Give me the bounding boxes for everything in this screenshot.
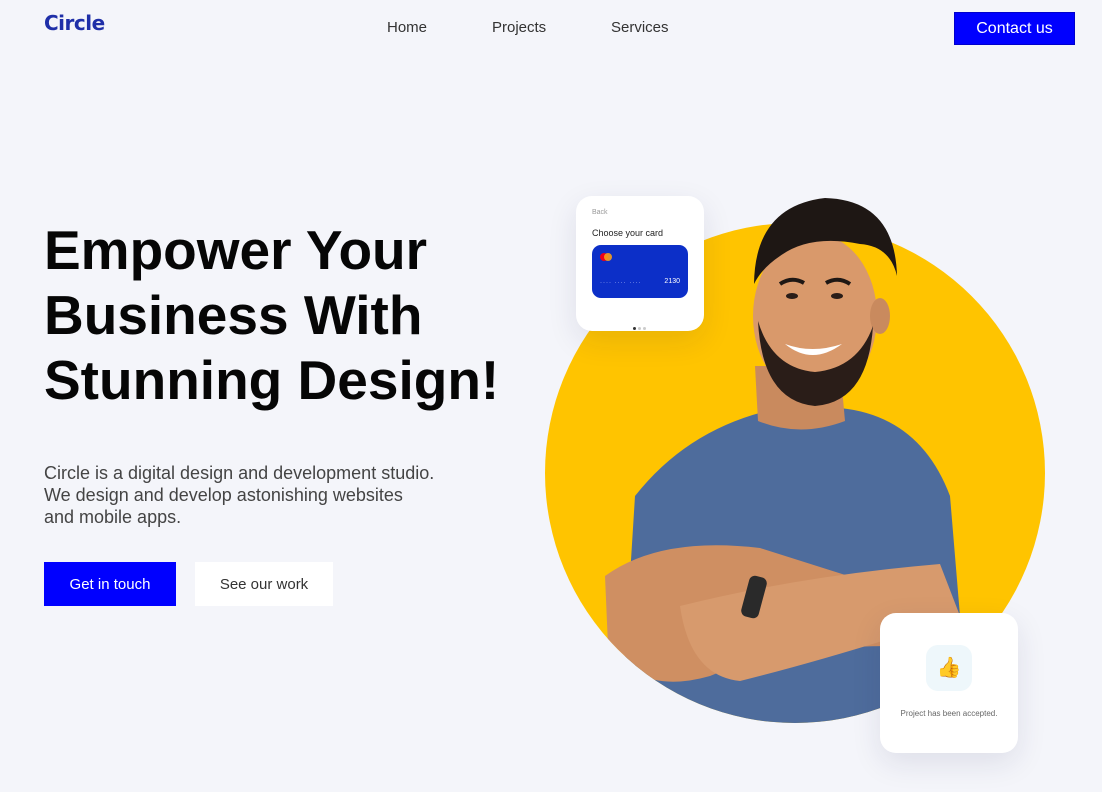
- pager-dot[interactable]: [633, 327, 636, 330]
- card-pager: [633, 317, 648, 335]
- hero-description: Circle is a digital design and developme…: [44, 462, 474, 528]
- hero-description-line: Circle is a digital design and developme…: [44, 463, 435, 483]
- card-last-digits: 2130: [664, 278, 680, 285]
- pager-dot[interactable]: [638, 327, 641, 330]
- pager-dot[interactable]: [643, 327, 646, 330]
- nav-projects-link[interactable]: Projects: [492, 19, 546, 36]
- bank-card[interactable]: ···· ···· ···· 2130: [592, 245, 688, 298]
- contact-button[interactable]: Contact us: [954, 12, 1075, 45]
- hero-title-line: Stunning Design!: [44, 349, 500, 411]
- main-nav: Home Projects Services: [0, 19, 1102, 39]
- project-accepted-text: Project has been accepted.: [900, 709, 998, 718]
- top-navigation: Circle Home Projects Services Contact us: [0, 0, 1102, 56]
- back-link[interactable]: Back: [592, 209, 608, 216]
- hero-title-line: Empower Your: [44, 219, 428, 281]
- see-our-work-button[interactable]: See our work: [195, 562, 333, 606]
- hero-description-line: and mobile apps.: [44, 507, 182, 527]
- get-in-touch-button[interactable]: Get in touch: [44, 562, 176, 606]
- card-selection-widget: Back Choose your card ···· ···· ···· 213…: [576, 196, 704, 331]
- thumbs-up-icon: 👍: [926, 645, 972, 691]
- card-widget-title: Choose your card: [592, 228, 664, 238]
- hero-title: Empower Your Business With Stunning Desi…: [44, 218, 544, 413]
- nav-home-link[interactable]: Home: [387, 19, 427, 36]
- project-accepted-widget: 👍 Project has been accepted.: [880, 613, 1018, 753]
- nav-services-link[interactable]: Services: [611, 19, 669, 36]
- mastercard-icon: [604, 253, 612, 261]
- card-number-mask: ···· ···· ····: [600, 280, 642, 286]
- hero-description-line: We design and develop astonishing websit…: [44, 485, 403, 505]
- hero-title-line: Business With: [44, 284, 423, 346]
